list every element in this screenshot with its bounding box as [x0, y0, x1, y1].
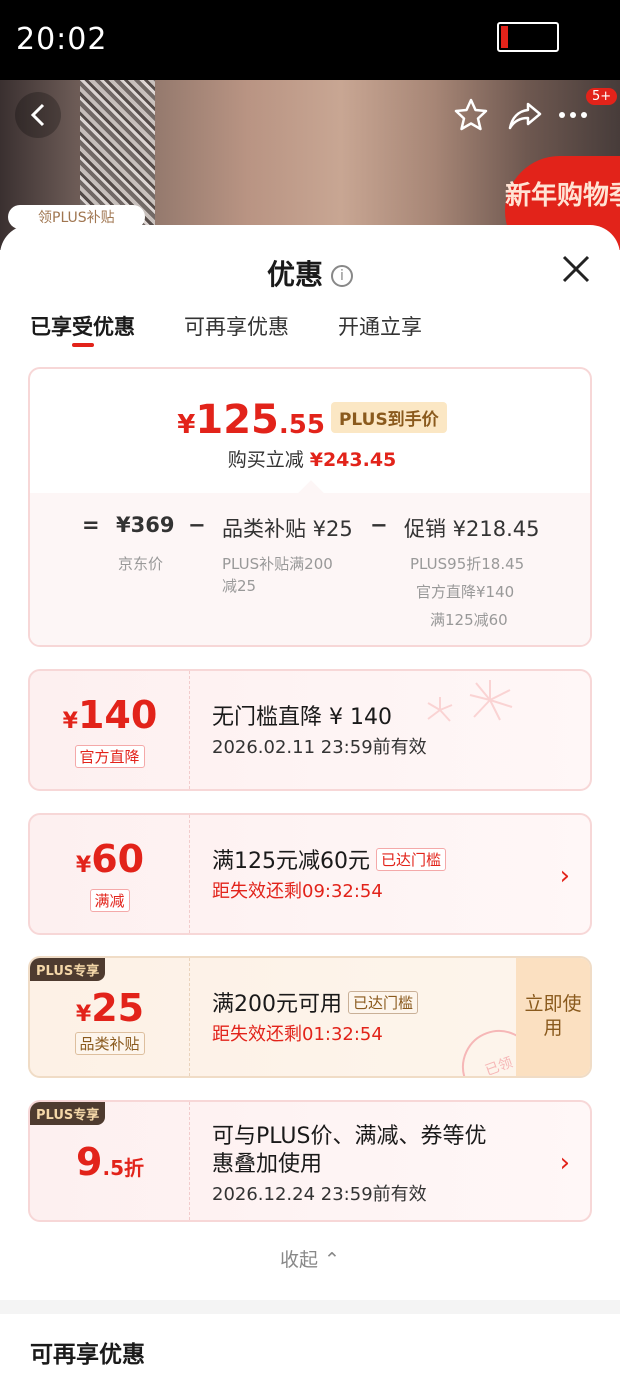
- fireworks-decoration: [427, 680, 513, 722]
- minus-sign-1: −: [188, 513, 206, 537]
- tab-active-indicator: [72, 343, 94, 347]
- page: 20:02 5+ 新年购物季 领PLUS补贴 优惠i 已享受优惠 可再享优惠 开…: [0, 0, 620, 1386]
- coupon-amount: ¥140: [30, 693, 190, 737]
- coupon-title-row: 满125元减60元 已达门槛: [212, 843, 447, 875]
- coupon-title: 满125元减60元: [212, 849, 370, 874]
- coupon-amount: ¥25: [30, 986, 190, 1030]
- battery-icon: [497, 22, 559, 52]
- close-icon[interactable]: [560, 253, 592, 285]
- reduction-amount: ¥243.45: [309, 449, 397, 471]
- tab-enjoyed[interactable]: 已享受优惠: [30, 311, 135, 341]
- coupon-value: 25: [91, 986, 145, 1030]
- star-icon[interactable]: [452, 96, 490, 134]
- coupon-currency: ¥: [75, 853, 92, 878]
- use-now-button[interactable]: 立即使用: [516, 958, 590, 1076]
- coupon-title-line2: 惠叠加使用: [212, 1152, 323, 1177]
- promotion-desc-2: 官方直降¥140: [416, 583, 515, 601]
- status-time: 20:02: [16, 22, 108, 57]
- coupon-validity: 2026.02.11 23:59前有效: [212, 737, 427, 758]
- price-integer: 125: [195, 397, 279, 443]
- tab-activate[interactable]: 开通立享: [338, 311, 422, 341]
- battery-level: [501, 26, 508, 48]
- plus-price-tag: PLUS到手价: [330, 402, 447, 433]
- sheet-title-row: 优惠 i: [0, 253, 620, 293]
- coupon-value-panel: ¥140 官方直降: [30, 671, 190, 789]
- share-icon[interactable]: [506, 96, 544, 134]
- price-currency: ¥: [177, 410, 196, 440]
- reduction-label: 购买立减: [227, 449, 304, 471]
- coupon-amount: ¥60: [30, 837, 190, 881]
- jd-price-label: 京东价: [118, 555, 164, 573]
- category-subsidy-desc-1: PLUS补贴满200: [222, 555, 333, 573]
- coupon-value-suffix: .5折: [102, 1156, 144, 1180]
- info-icon[interactable]: i: [331, 265, 353, 287]
- collapse-button[interactable]: 收起 ⌃: [0, 1245, 620, 1272]
- coupon-countdown: 距失效还剩09:32:54: [212, 881, 383, 902]
- coupon-value: 60: [91, 837, 145, 881]
- coupon-plus-95-discount[interactable]: 9.5折 PLUS专享 可与PLUS价、满减、券等优 惠叠加使用 2026.12…: [28, 1100, 592, 1222]
- back-button[interactable]: [15, 92, 61, 138]
- status-bar: 20:02: [0, 0, 620, 80]
- category-subsidy: 品类补贴 ¥25: [222, 517, 353, 541]
- coupon-title: 满200元可用: [212, 992, 342, 1017]
- promotion-desc-1: PLUS95折18.45: [410, 555, 525, 573]
- coupon-value-panel: ¥60 满减: [30, 815, 190, 933]
- price-summary-card: ¥125.55 PLUS到手价 购买立减 ¥243.45 = ¥369 京东价 − …: [28, 367, 592, 647]
- section-divider: [0, 1300, 620, 1314]
- coupon-currency: ¥: [62, 709, 78, 734]
- equals-sign: =: [82, 513, 100, 537]
- plus-exclusive-flag: PLUS专享: [30, 1102, 106, 1125]
- threshold-reached-badge: 已达门槛: [348, 991, 419, 1014]
- final-price-row: ¥125.55 PLUS到手价: [30, 397, 590, 443]
- discount-sheet: 优惠 i 已享受优惠 可再享优惠 开通立享 ¥125.55 PLUS到手价 购买立减…: [0, 225, 620, 1386]
- coupon-plus-category-subsidy[interactable]: ¥25 品类补贴 PLUS专享 满200元可用 已达门槛 距失效还剩01:32:5…: [28, 956, 592, 1078]
- coupon-value: 140: [77, 693, 158, 737]
- jd-price: ¥369: [116, 513, 175, 537]
- promotion-desc-3: 满125减60: [430, 611, 508, 629]
- plus-exclusive-flag: PLUS专享: [30, 958, 106, 981]
- section-more-discounts-title: 可再享优惠: [30, 1342, 145, 1368]
- coupon-type-tag: 品类补贴: [74, 1032, 145, 1055]
- more-icon[interactable]: [554, 96, 592, 134]
- chevron-left-icon: [30, 103, 45, 127]
- coupon-countdown: 距失效还剩01:32:54: [212, 1024, 383, 1045]
- chevron-right-icon[interactable]: ›: [560, 1148, 570, 1178]
- chevron-right-icon[interactable]: ›: [560, 861, 570, 891]
- coupon-type-tag: 官方直降: [74, 745, 145, 768]
- coupon-full-reduction[interactable]: ¥60 满减 满125元减60元 已达门槛 距失效还剩09:32:54 ›: [28, 813, 592, 935]
- category-subsidy-desc-2: 减25: [222, 577, 257, 595]
- coupon-official-discount[interactable]: ¥140 官方直降 无门槛直降 ¥ 140 2026.02.11 23:59前有…: [28, 669, 592, 791]
- coupon-value: 9: [76, 1140, 103, 1184]
- notification-badge: 5+: [586, 88, 618, 105]
- coupon-amount: 9.5折: [30, 1140, 190, 1184]
- minus-sign-2: −: [370, 513, 388, 537]
- tab-more-available[interactable]: 可再享优惠: [184, 311, 289, 341]
- coupon-title-row: 满200元可用 已达门槛: [212, 986, 419, 1018]
- coupon-validity: 2026.12.24 23:59前有效: [212, 1184, 427, 1205]
- threshold-reached-badge: 已达门槛: [376, 848, 447, 871]
- price-decimal: .55: [278, 410, 325, 440]
- final-price: ¥125.55: [177, 397, 325, 443]
- coupon-type-tag: 满减: [89, 889, 130, 912]
- coupon-currency: ¥: [75, 1002, 92, 1027]
- promotion: 促销 ¥218.45: [404, 517, 540, 541]
- instant-reduction: 购买立减 ¥243.45: [30, 445, 590, 472]
- coupon-title: 无门槛直降 ¥ 140: [212, 705, 392, 730]
- sheet-title: 优惠: [266, 258, 323, 291]
